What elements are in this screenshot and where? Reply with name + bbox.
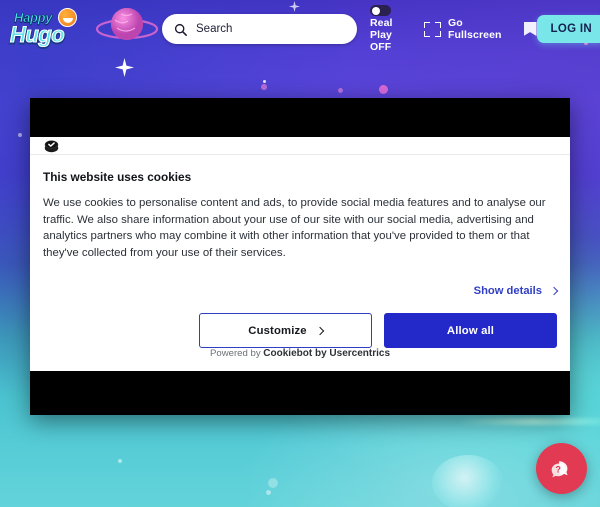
logo-hugo-text: Hugo [9,21,65,47]
fullscreen-label-line2: Fullscreen [448,29,502,41]
chevron-right-icon [549,286,559,296]
cookiebot-cookie-icon [44,140,59,153]
cookie-consent-dialog: This website uses cookies We use cookies… [30,137,570,371]
login-button[interactable]: LOG IN [536,15,600,43]
search-input[interactable] [196,23,336,35]
fullscreen-label-line1: Go [448,17,463,29]
site-logo[interactable]: Hugo Happy Hugo [6,7,84,51]
cookie-dialog-description: We use cookies to personalise content an… [43,197,546,259]
go-fullscreen-button[interactable]: Go Fullscreen [424,17,502,41]
chevron-right-icon [315,326,324,335]
search-box[interactable] [162,14,357,44]
allow-all-label: Allow all [446,324,495,337]
customize-label: Customize [248,324,307,337]
svg-text:?: ? [555,464,561,474]
show-details-link[interactable]: Show details [473,285,559,297]
chat-support-button[interactable]: ? [536,443,587,494]
allow-all-button[interactable]: Allow all [384,313,557,348]
search-container [162,14,357,44]
cookie-dialog-footer: Powered by Cookiebot by Usercentrics [30,348,570,371]
flag-bookmark-icon[interactable] [523,22,537,36]
real-play-label-line2: Play [370,29,392,41]
fullscreen-labels: Go Fullscreen [448,17,502,41]
top-navigation-bar: Hugo Happy Hugo Real Play OFF Go Fullscr… [0,0,600,58]
real-play-label-line1: Real [370,17,393,29]
cookie-dialog-header [30,137,570,155]
fullscreen-expand-icon [424,21,441,37]
footer-prefix: Powered by [209,348,264,359]
cookie-dialog-body: This website uses cookies We use cookies… [30,155,570,261]
real-play-toggle-control[interactable]: Real Play OFF [370,5,404,53]
real-play-label-line3: OFF [370,41,392,53]
show-details-label: Show details [473,285,542,297]
cookie-dialog-title: This website uses cookies [43,170,192,184]
cookie-dialog-details-row: Show details [30,276,570,297]
customize-button[interactable]: Customize [199,313,372,348]
toggle-switch-icon[interactable] [370,5,391,16]
cookie-dialog-actions: Customize Allow all [30,297,570,348]
search-icon [174,23,187,36]
footer-brand: Cookiebot by Usercentrics [263,348,391,359]
chat-question-bubble-icon: ? [551,460,568,477]
